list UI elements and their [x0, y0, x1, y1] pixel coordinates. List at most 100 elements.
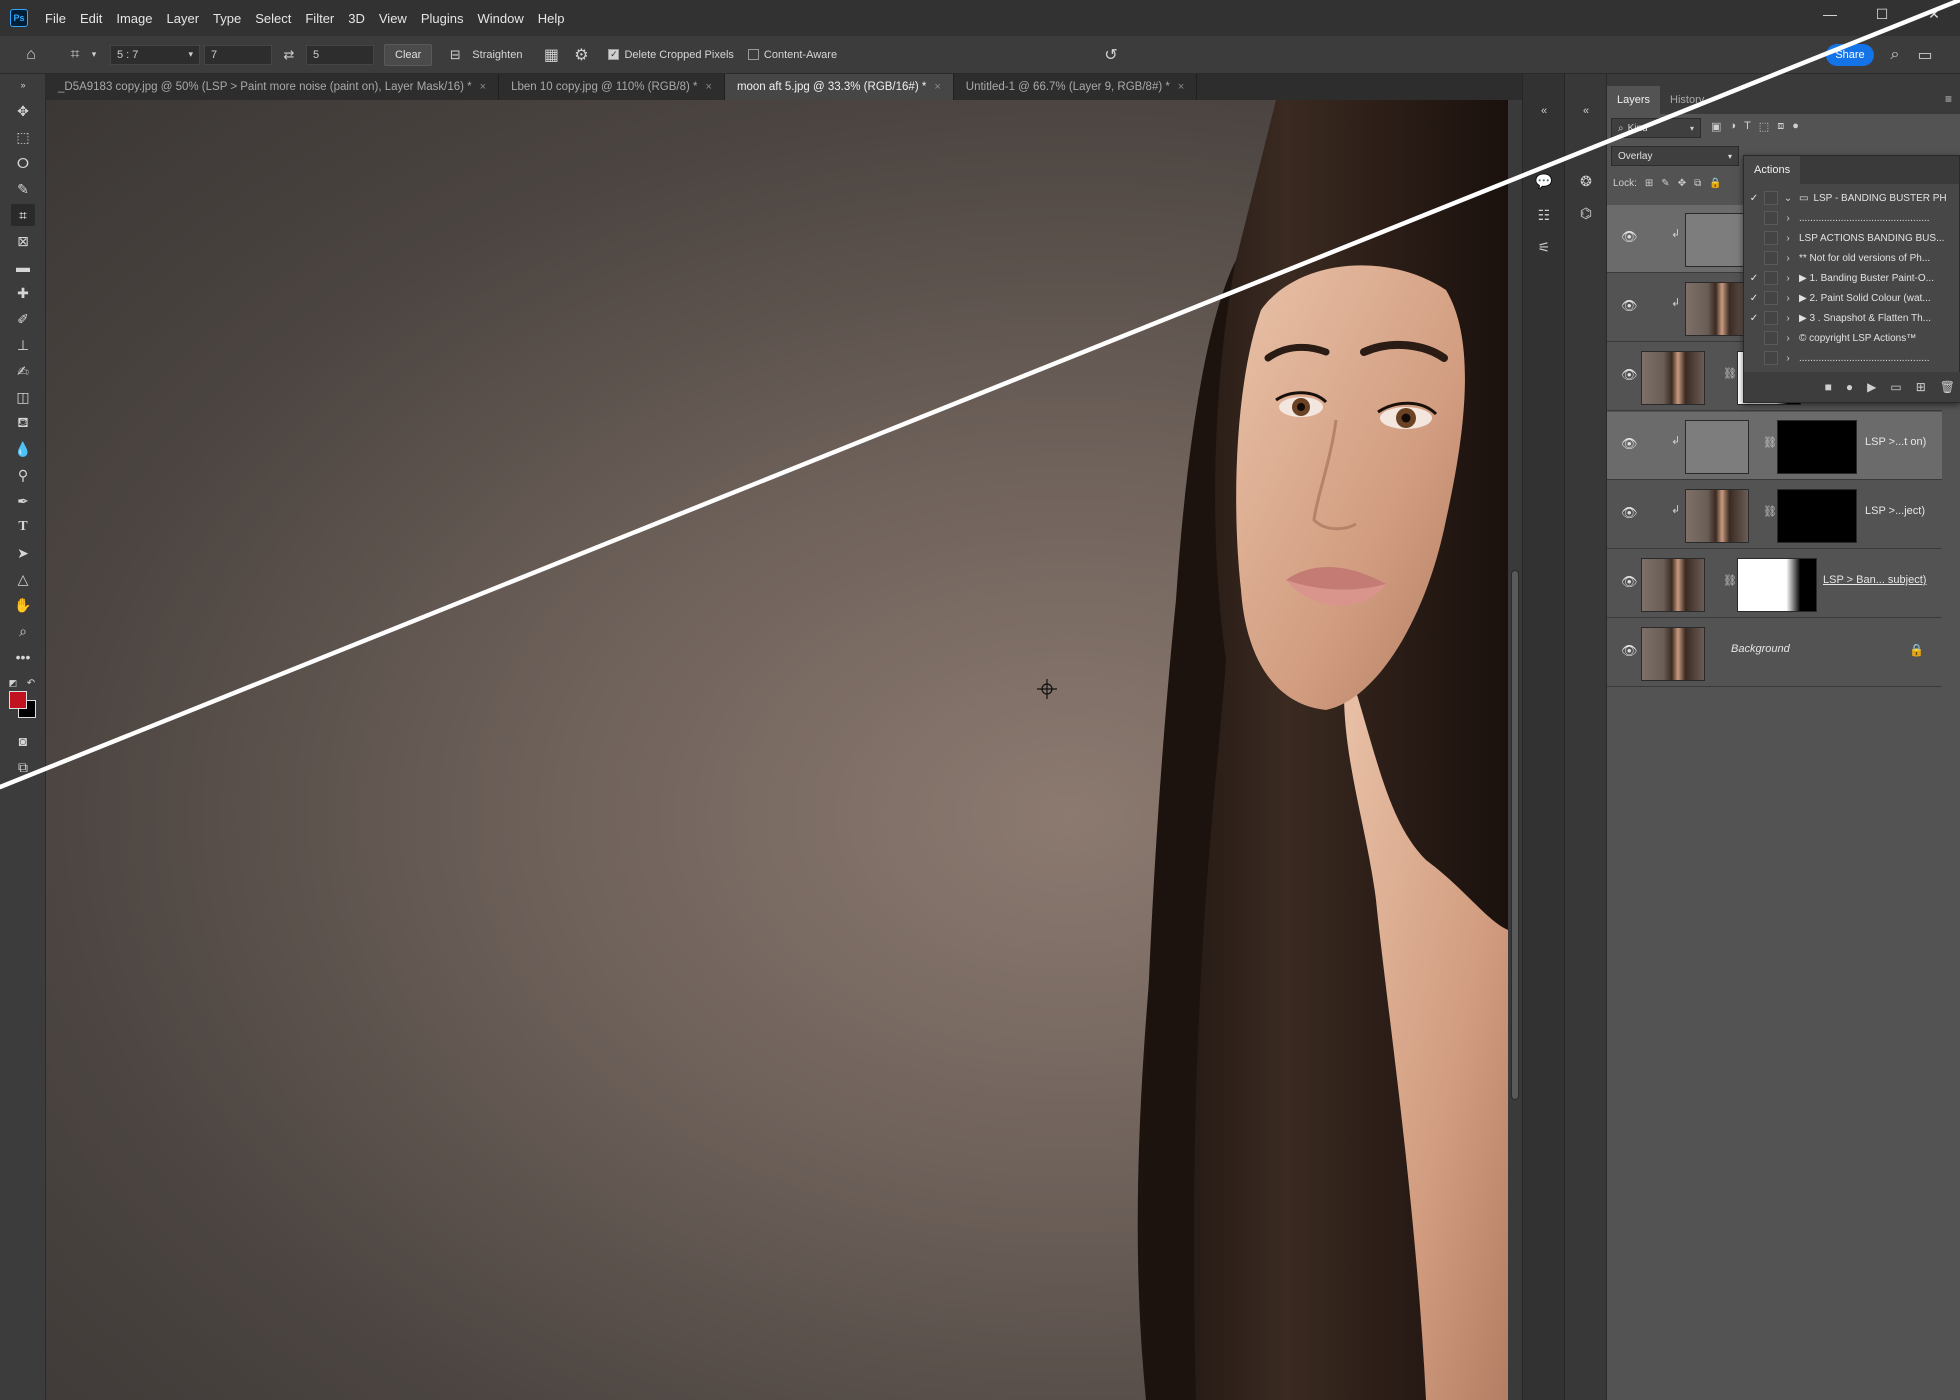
dialog-toggle[interactable]	[1764, 231, 1778, 245]
dialog-toggle[interactable]	[1764, 211, 1778, 225]
straighten-button[interactable]: Straighten	[472, 49, 522, 61]
dialog-toggle[interactable]	[1764, 291, 1778, 305]
menu-view[interactable]: View	[372, 11, 414, 26]
layer-kind-filter[interactable]: ⌕ Kind ▾	[1611, 118, 1701, 138]
menu-type[interactable]: Type	[206, 11, 248, 26]
link-icon[interactable]: ⛓	[1763, 436, 1777, 449]
record-icon[interactable]: ●	[1846, 380, 1853, 394]
shape-tool-icon[interactable]: △	[11, 568, 35, 590]
chevron-right-icon[interactable]: ›	[1782, 333, 1794, 344]
pen-tool-icon[interactable]: ✒	[11, 490, 35, 512]
adjustment-filter-icon[interactable]: ◑	[1729, 120, 1736, 133]
chevron-right-icon[interactable]: ›	[1782, 273, 1794, 284]
crop-ratio-select[interactable]: 5 : 7 ▾	[110, 44, 200, 65]
play-icon[interactable]: ▶	[1867, 380, 1876, 394]
dialog-toggle[interactable]	[1764, 351, 1778, 365]
lock-transparent-icon[interactable]: ⊞	[1645, 178, 1653, 189]
quick-mask-icon[interactable]: ◙	[11, 730, 35, 752]
tab-document-1[interactable]: _D5A9183 copy.jpg @ 50% (LSP > Paint mor…	[46, 74, 500, 100]
gear-icon[interactable]: ⚙	[568, 42, 594, 68]
minimize-icon[interactable]: —	[1804, 0, 1856, 28]
action-item[interactable]: ✓ › ▶ 3 . Snapshot & Flatten Th...	[1744, 308, 1960, 328]
tab-actions[interactable]: Actions	[1744, 156, 1801, 184]
blend-mode-select[interactable]: Overlay ▾	[1611, 146, 1739, 166]
chevron-right-icon[interactable]: ›	[1782, 253, 1794, 264]
layer-row[interactable]: 👁 ⛓ LSP > Ban... subject)	[1607, 550, 1942, 618]
trash-icon[interactable]: 🗑	[1940, 380, 1955, 394]
action-item[interactable]: › © copyright LSP Actions™	[1744, 328, 1960, 348]
layer-thumbnail[interactable]	[1685, 282, 1749, 336]
close-tab-icon[interactable]: ×	[706, 81, 712, 93]
layer-thumbnail[interactable]	[1685, 213, 1749, 267]
search-icon[interactable]: ⌕	[1882, 42, 1908, 68]
chevron-right-icon[interactable]: ›	[1782, 213, 1794, 224]
marquee-tool-icon[interactable]: ⬚	[11, 126, 35, 148]
path-select-tool-icon[interactable]: ➤	[11, 542, 35, 564]
screen-mode-icon[interactable]: ⧉	[11, 756, 35, 778]
eye-icon[interactable]: 👁	[1621, 574, 1638, 590]
tab-document-3[interactable]: moon aft 5.jpg @ 33.3% (RGB/16#) * ×	[724, 74, 954, 100]
tab-document-4[interactable]: Untitled-1 @ 66.7% (Layer 9, RGB/8#) * ×	[954, 74, 1198, 100]
menu-plugins[interactable]: Plugins	[414, 11, 471, 26]
chevron-right-icon[interactable]: ›	[1782, 313, 1794, 324]
brush-tool-icon[interactable]: ✐	[11, 308, 35, 330]
straighten-icon[interactable]: ⊟	[442, 42, 468, 68]
canvas-vertical-scrollbar[interactable]	[1508, 100, 1522, 1400]
collapse-panels-icon[interactable]: «	[1532, 100, 1556, 122]
chevron-down-icon[interactable]: ▾	[88, 42, 100, 68]
maximize-icon[interactable]: ☐	[1856, 0, 1908, 28]
crop-height-input[interactable]: 5	[306, 44, 374, 65]
action-item[interactable]: › ** Not for old versions of Ph...	[1744, 248, 1960, 268]
layer-thumbnail[interactable]	[1641, 558, 1705, 612]
chevron-right-icon[interactable]: ›	[1782, 353, 1794, 364]
share-button[interactable]: Share	[1826, 44, 1874, 66]
comments-icon[interactable]: 💬	[1532, 170, 1556, 192]
new-action-icon[interactable]: ⊞	[1916, 380, 1926, 394]
layer-thumbnail[interactable]	[1685, 420, 1749, 474]
type-filter-icon[interactable]: T	[1744, 120, 1751, 133]
eye-icon[interactable]: 👁	[1621, 298, 1638, 314]
overlay-grid-icon[interactable]: ▦	[538, 42, 564, 68]
menu-file[interactable]: File	[38, 11, 73, 26]
check-icon[interactable]: ✓	[1744, 313, 1764, 324]
lock-artboard-icon[interactable]: ⧉	[1694, 178, 1701, 189]
eye-icon[interactable]: 👁	[1621, 643, 1638, 659]
action-set-item[interactable]: ✓ ⌄ ▭ LSP - BANDING BUSTER PH	[1744, 188, 1960, 208]
lock-image-icon[interactable]: ✎	[1661, 178, 1669, 189]
eye-icon[interactable]: 👁	[1621, 229, 1638, 245]
layer-row[interactable]: 👁 ↲ ⛓ LSP >...t on)	[1607, 412, 1942, 480]
blur-tool-icon[interactable]: 💧	[11, 438, 35, 460]
menu-filter[interactable]: Filter	[298, 11, 341, 26]
check-icon[interactable]: ✓	[1744, 293, 1764, 304]
foreground-color-swatch[interactable]	[9, 691, 27, 709]
menu-help[interactable]: Help	[531, 11, 572, 26]
layer-thumbnail[interactable]	[1685, 489, 1749, 543]
move-tool-icon[interactable]: ✥	[11, 100, 35, 122]
layer-name[interactable]: LSP > Ban... subject)	[1823, 574, 1926, 586]
layer-mask-thumbnail[interactable]	[1777, 420, 1857, 474]
check-icon[interactable]: ✓	[1744, 193, 1764, 204]
delete-cropped-pixels-option[interactable]: ✓ Delete Cropped Pixels	[608, 49, 734, 61]
chevron-down-icon[interactable]: ⌄	[1782, 193, 1794, 204]
menu-image[interactable]: Image	[109, 11, 159, 26]
chevron-right-icon[interactable]: ›	[1782, 293, 1794, 304]
close-tab-icon[interactable]: ×	[480, 81, 486, 93]
close-icon[interactable]: ✕	[1908, 0, 1960, 28]
more-tools-icon[interactable]: •••	[11, 646, 35, 668]
smart-object-filter-icon[interactable]: ⧈	[1777, 120, 1784, 133]
tab-document-2[interactable]: Lben 10 copy.jpg @ 110% (RGB/8) * ×	[499, 74, 725, 100]
dodge-tool-icon[interactable]: ⚲	[11, 464, 35, 486]
lock-position-icon[interactable]: ✥	[1678, 178, 1686, 189]
paint-bucket-tool-icon[interactable]: ⛾	[11, 412, 35, 434]
menu-window[interactable]: Window	[470, 11, 530, 26]
tab-layers[interactable]: Layers	[1607, 86, 1661, 114]
layer-mask-thumbnail[interactable]	[1737, 558, 1817, 612]
check-icon[interactable]: ✓	[1744, 273, 1764, 284]
swap-dimensions-icon[interactable]: ⇄	[276, 42, 302, 68]
link-icon[interactable]: ⛓	[1723, 574, 1737, 587]
zoom-tool-icon[interactable]: ⌕	[11, 620, 35, 642]
eye-icon[interactable]: 👁	[1621, 436, 1638, 452]
link-icon[interactable]: ⛓	[1723, 367, 1737, 380]
delete-cropped-checkbox[interactable]: ✓	[608, 49, 620, 60]
content-aware-option[interactable]: Content-Aware	[747, 49, 837, 61]
